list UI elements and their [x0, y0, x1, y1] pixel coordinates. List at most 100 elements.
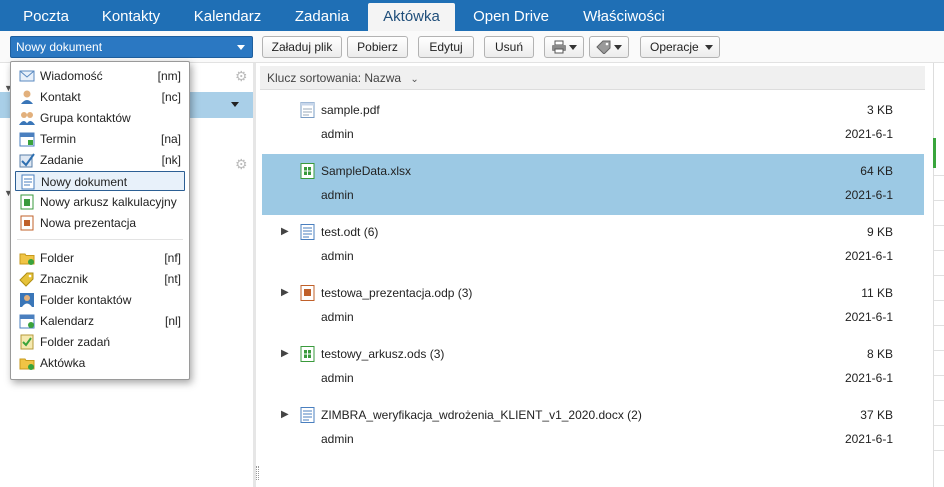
menu-item-calendar[interactable]: Kalendarz [nl] [15, 311, 185, 331]
file-date: 2021-6-1 [844, 127, 893, 141]
tag-button[interactable] [589, 36, 629, 58]
menu-item-appointment[interactable]: Termin [na] [15, 129, 185, 149]
file-owner: admin [321, 310, 354, 324]
expand-arrow-icon[interactable]: ▶ [281, 226, 289, 237]
file-row[interactable]: ▶ ZIMBRA_weryfikacja_wdrożenia_KLIENT_v1… [262, 398, 924, 459]
chevron-down-icon [614, 45, 622, 50]
contacts-folder-icon [20, 293, 34, 307]
new-document-button[interactable]: Nowy dokument [10, 36, 253, 58]
menu-item-contacts-folder[interactable]: Folder kontaktów [15, 290, 185, 310]
download-button[interactable]: Pobierz [347, 36, 408, 58]
menu-item-new-spreadsheet[interactable]: Nowy arkusz kalkulacyjny [15, 192, 185, 212]
file-row[interactable]: sample.pdf 3 KB admin 2021-6-1 [262, 93, 924, 154]
menu-item-label: Folder kontaktów [40, 293, 132, 307]
divider [934, 325, 944, 326]
chevron-down-icon[interactable] [231, 102, 239, 107]
operations-button[interactable]: Operacje [640, 36, 720, 58]
tab-preferences[interactable]: Właściwości [567, 3, 681, 31]
file-owner: admin [321, 432, 354, 446]
sort-label: Klucz sortowania: Nazwa [267, 71, 402, 85]
tab-mail[interactable]: Poczta [7, 3, 85, 31]
tab-tasks[interactable]: Zadania [281, 3, 363, 31]
file-name: SampleData.xlsx [321, 164, 412, 178]
menu-item-shortcut: [na] [160, 132, 181, 146]
menu-item-briefcase[interactable]: Aktówka [15, 353, 185, 373]
divider [934, 275, 944, 276]
tab-briefcase[interactable]: Aktówka [368, 3, 455, 31]
menu-item-task[interactable]: Zadanie [nk] [15, 150, 185, 170]
tasks-folder-icon [20, 334, 34, 350]
task-icon [19, 153, 35, 168]
tab-calendar[interactable]: Kalendarz [179, 3, 276, 31]
menu-item-label: Nowa prezentacja [40, 216, 137, 230]
upload-button[interactable]: Załaduj plik [262, 36, 342, 58]
contact-icon [21, 90, 33, 104]
menu-separator [17, 239, 183, 240]
briefcase-icon [19, 358, 35, 370]
gear-icon[interactable]: ⚙ [235, 68, 248, 85]
menu-item-label: Zadanie [40, 153, 84, 167]
menu-item-tasks-folder[interactable]: Folder zadań [15, 332, 185, 352]
tab-open-drive[interactable]: Open Drive [459, 3, 563, 31]
app-tab-bar: Poczta Kontakty Kalendarz Zadania Aktówk… [0, 0, 944, 31]
divider [934, 250, 944, 251]
file-date: 2021-6-1 [844, 432, 893, 446]
expand-arrow-icon[interactable]: ▶ [281, 287, 289, 298]
menu-item-contact-group[interactable]: Grupa kontaktów [15, 108, 185, 128]
spreadsheet-file-icon [300, 163, 315, 179]
file-row[interactable]: ▶ test.odt (6) 9 KB admin 2021-6-1 [262, 215, 924, 276]
status-marker [933, 138, 936, 168]
menu-item-label: Folder zadań [40, 335, 111, 349]
menu-item-new-presentation[interactable]: Nowa prezentacja [15, 213, 185, 233]
message-icon [19, 70, 35, 82]
spreadsheet-file-icon [300, 346, 315, 362]
calendar-icon [19, 314, 35, 329]
menu-item-shortcut: [nm] [157, 69, 181, 83]
menu-item-label: Termin [40, 132, 77, 146]
file-size: 9 KB [866, 225, 893, 239]
divider [934, 400, 944, 401]
file-row[interactable]: ▶ testowy_arkusz.ods (3) 8 KB admin 2021… [262, 337, 924, 398]
menu-item-message[interactable]: Wiadomość [nm] [15, 66, 185, 86]
expand-arrow-icon[interactable]: ▶ [281, 348, 289, 359]
file-name: testowy_arkusz.ods (3) [321, 347, 445, 361]
spreadsheet-icon [20, 194, 34, 210]
presentation-file-icon [300, 285, 315, 301]
file-size: 64 KB [860, 164, 893, 178]
menu-item-label: Znacznik [40, 272, 89, 286]
document-file-icon [300, 224, 315, 240]
new-document-label: Nowy dokument [16, 40, 103, 54]
divider [934, 225, 944, 226]
resize-handle[interactable] [256, 466, 259, 480]
tab-contacts[interactable]: Kontakty [87, 3, 175, 31]
file-size: 37 KB [860, 408, 893, 422]
file-row[interactable]: SampleData.xlsx 64 KB admin 2021-6-1 [262, 154, 924, 215]
divider [934, 300, 944, 301]
file-row[interactable]: ▶ testowa_prezentacja.odp (3) 11 KB admi… [262, 276, 924, 337]
file-owner: admin [321, 188, 354, 202]
expand-arrow-icon[interactable]: ▶ [281, 409, 289, 420]
divider [934, 200, 944, 201]
file-owner: admin [321, 371, 354, 385]
menu-item-label: Folder [40, 251, 75, 265]
document-icon [21, 174, 35, 190]
menu-item-label: Nowy dokument [41, 175, 128, 189]
edit-button[interactable]: Edytuj [418, 36, 474, 58]
panel-divider[interactable] [253, 63, 256, 487]
menu-item-contact[interactable]: Kontakt [nc] [15, 87, 185, 107]
file-owner: admin [321, 127, 354, 141]
menu-item-tag[interactable]: Znacznik [nt] [15, 269, 185, 289]
divider [934, 450, 944, 451]
file-name: testowa_prezentacja.odp (3) [321, 286, 473, 300]
menu-item-folder[interactable]: Folder [nf] [15, 248, 185, 268]
chevron-down-icon [237, 45, 245, 50]
print-button[interactable] [544, 36, 584, 58]
menu-item-new-document[interactable]: Nowy dokument [15, 171, 185, 191]
menu-item-label: Wiadomość [40, 69, 103, 83]
gear-icon[interactable]: ⚙ [235, 156, 248, 173]
sort-header[interactable]: Klucz sortowania: Nazwa ⌄ [260, 66, 925, 90]
delete-button[interactable]: Usuń [484, 36, 534, 58]
file-name: test.odt (6) [321, 225, 379, 239]
document-file-icon [300, 407, 315, 423]
contact-group-icon [19, 112, 35, 125]
